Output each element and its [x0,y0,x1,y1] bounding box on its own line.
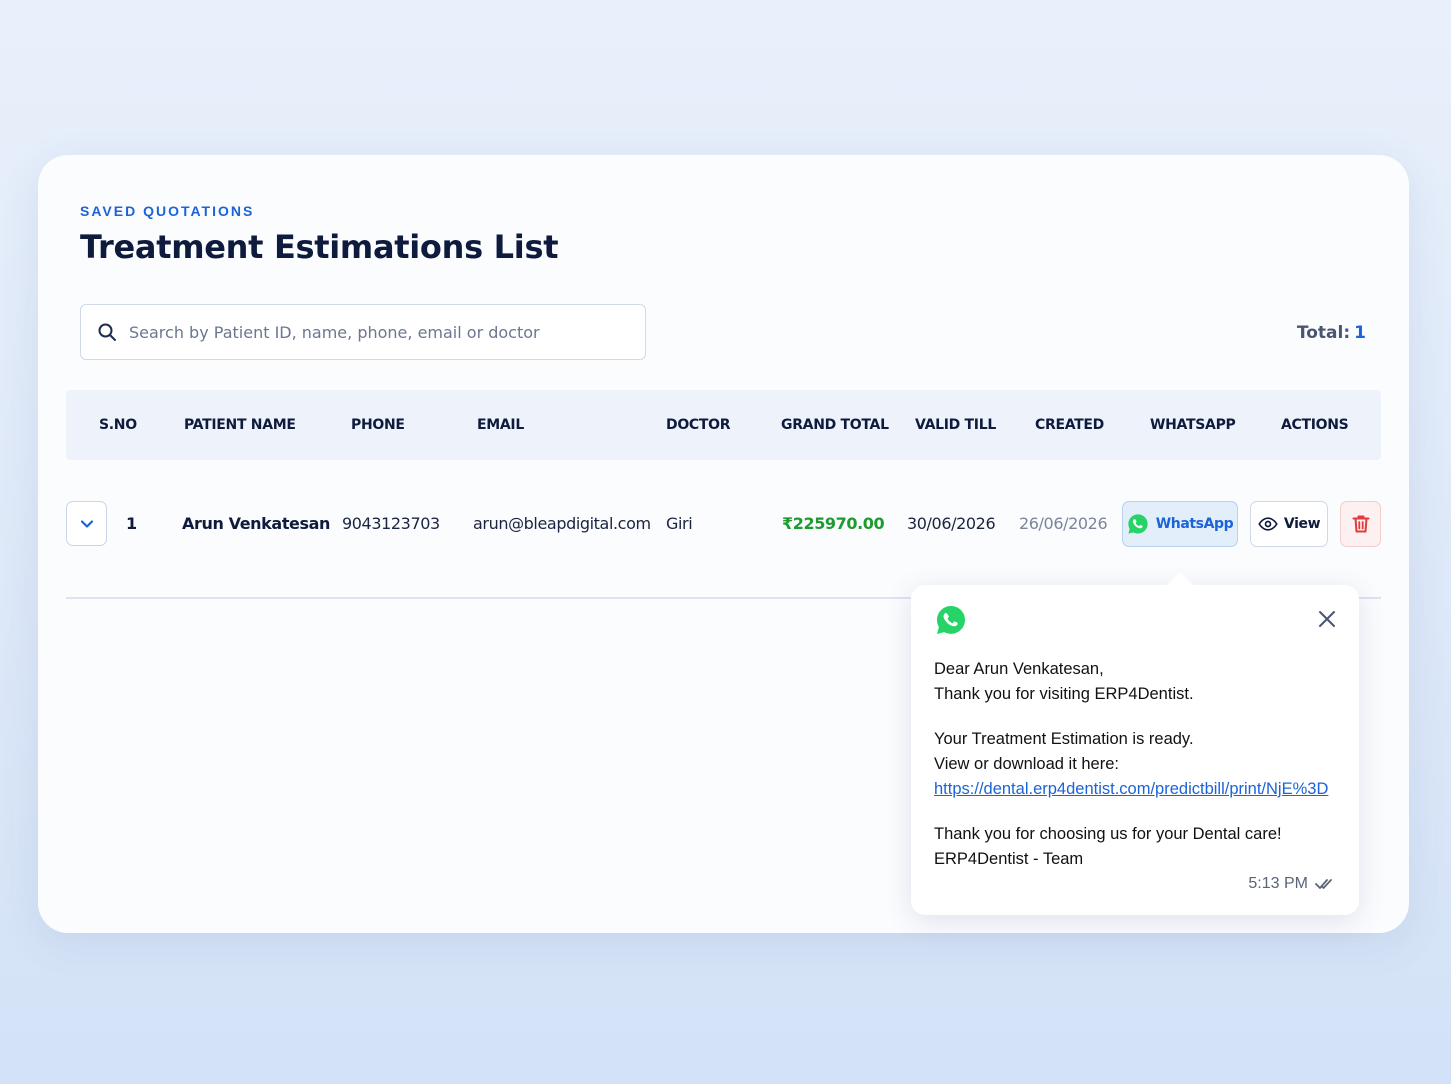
message-ready: Your Treatment Estimation is ready. [934,730,1194,748]
estimations-card: SAVED QUOTATIONS Treatment Estimations L… [38,155,1409,933]
message-download-prompt: View or download it here: [934,755,1119,773]
eye-icon [1258,517,1278,531]
search-box[interactable] [80,304,646,360]
col-actions: ACTIONS [1281,417,1349,433]
col-created: CREATED [1035,417,1105,433]
whatsapp-button-label: WhatsApp [1155,516,1234,532]
cell-grand-total: ₹225970.00 [782,514,885,533]
cell-phone: 9043123703 [342,514,440,533]
total-count: Total: 1 [1297,323,1366,343]
whatsapp-icon [1128,514,1148,534]
trash-icon [1352,515,1369,533]
cell-valid-till: 30/06/2026 [907,514,996,533]
col-phone: PHONE [351,417,405,433]
section-eyebrow: SAVED QUOTATIONS [80,203,255,219]
message-body: Dear Arun Venkatesan, Thank you for visi… [934,657,1344,872]
message-thanks-choosing: Thank you for choosing us for your Denta… [934,825,1282,843]
col-email: EMAIL [477,417,524,433]
col-patient-name: PATIENT NAME [184,417,296,433]
col-whatsapp: WHATSAPP [1150,417,1236,433]
close-icon[interactable] [1317,609,1337,629]
chevron-down-icon [80,519,93,528]
table-header: S.NO PATIENT NAME PHONE EMAIL DOCTOR GRA… [66,390,1381,460]
col-grand-total: GRAND TOTAL [781,417,889,433]
cell-patient-name: Arun Venkatesan [182,514,331,533]
view-button[interactable]: View [1250,501,1328,547]
page-title: Treatment Estimations List [80,228,559,266]
popup-caret [1166,572,1194,586]
cell-doctor: Giri [666,514,693,533]
col-sno: S.NO [99,417,137,433]
delete-button[interactable] [1340,501,1381,547]
double-check-icon [1315,879,1332,889]
whatsapp-icon [937,606,965,634]
estimation-link[interactable]: https://dental.erp4dentist.com/predictbi… [934,780,1328,798]
search-icon [97,322,117,342]
col-doctor: DOCTOR [666,417,731,433]
total-value: 1 [1354,323,1366,343]
message-time: 5:13 PM [1248,875,1308,892]
message-greeting: Dear Arun Venkatesan, [934,660,1104,678]
message-timestamp: 5:13 PM [1248,875,1335,893]
whatsapp-message-preview: Dear Arun Venkatesan, Thank you for visi… [911,572,1359,915]
cell-created: 26/06/2026 [1019,514,1108,533]
message-signature: ERP4Dentist - Team [934,850,1084,868]
message-thanks-visit: Thank you for visiting ERP4Dentist. [934,685,1194,703]
expand-row-button[interactable] [66,501,107,546]
total-label: Total: [1296,323,1351,343]
cell-sno: 1 [126,514,137,533]
cell-email: arun@bleapdigital.com [473,514,651,533]
search-input[interactable] [129,322,609,342]
col-valid-till: VALID TILL [915,417,996,433]
whatsapp-button[interactable]: WhatsApp [1122,501,1238,547]
table-row: 1 Arun Venkatesan 9043123703 arun@bleapd… [66,493,1381,555]
view-button-label: View [1283,516,1321,532]
